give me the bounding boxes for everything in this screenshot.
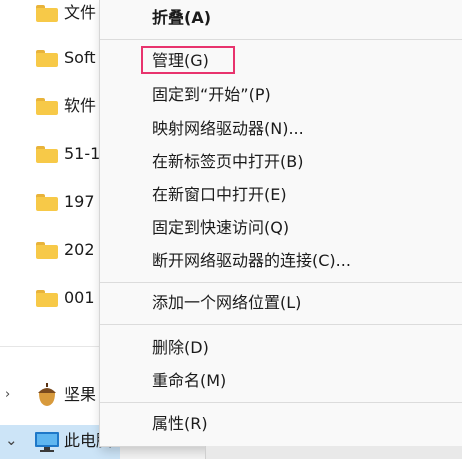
pane-divider	[205, 446, 206, 459]
menu-item-delete[interactable]: 删除(D)	[100, 331, 462, 365]
menu-item-map-network-drive[interactable]: 映射网络驱动器(N)...	[100, 112, 462, 146]
menu-item-label: 属性(R)	[152, 414, 208, 433]
folder-icon	[36, 242, 58, 259]
folder-icon	[36, 194, 58, 211]
nav-folder-label: 文件	[64, 3, 97, 22]
nav-folder-label: 51-1	[64, 144, 101, 163]
menu-separator	[100, 282, 462, 283]
folder-icon	[36, 146, 58, 163]
acorn-icon	[38, 383, 56, 406]
content-pane-edge	[205, 446, 462, 459]
highlight-annotation-box	[141, 46, 235, 74]
menu-item-add-network-location[interactable]: 添加一个网络位置(L)	[100, 286, 462, 320]
menu-item-label: 在新标签页中打开(B)	[152, 152, 304, 171]
nav-folder-label: 202	[64, 240, 95, 259]
menu-item-label: 折叠(A)	[152, 8, 212, 27]
menu-item-open-in-new-window[interactable]: 在新窗口中打开(E)	[100, 178, 462, 212]
folder-icon	[36, 98, 58, 115]
nav-folder-label: Soft	[64, 48, 96, 67]
menu-item-label: 删除(D)	[152, 338, 209, 357]
menu-item-label: 固定到“开始”(P)	[152, 85, 271, 104]
menu-item-collapse[interactable]: 折叠(A)	[100, 1, 462, 35]
menu-item-label: 重命名(M)	[152, 371, 227, 390]
folder-icon	[36, 50, 58, 67]
computer-icon	[35, 432, 59, 452]
nav-folder-label: 001	[64, 288, 95, 307]
folder-icon	[36, 5, 58, 22]
menu-item-label: 添加一个网络位置(L)	[152, 293, 302, 312]
menu-separator	[100, 402, 462, 403]
folder-icon	[36, 290, 58, 307]
menu-item-pin-to-quick-access[interactable]: 固定到快速访问(Q)	[100, 211, 462, 245]
menu-item-label: 固定到快速访问(Q)	[152, 218, 290, 237]
menu-item-label: 断开网络驱动器的连接(C)...	[152, 251, 351, 270]
nav-folder-label: 软件	[64, 96, 97, 115]
menu-item-disconnect-network-drive[interactable]: 断开网络驱动器的连接(C)...	[100, 244, 462, 278]
menu-separator	[100, 39, 462, 40]
menu-item-open-in-new-tab[interactable]: 在新标签页中打开(B)	[100, 145, 462, 179]
menu-item-pin-to-start[interactable]: 固定到“开始”(P)	[100, 78, 462, 112]
chevron-down-icon[interactable]: ⌄	[5, 433, 18, 448]
menu-separator	[100, 324, 462, 325]
menu-item-properties[interactable]: 属性(R)	[100, 407, 462, 441]
menu-item-label: 映射网络驱动器(N)...	[152, 119, 304, 138]
nav-item-label: 坚果	[64, 385, 97, 404]
menu-item-rename[interactable]: 重命名(M)	[100, 364, 462, 398]
chevron-right-icon[interactable]: ›	[5, 388, 10, 402]
nav-folder-label: 197	[64, 192, 95, 211]
menu-item-label: 在新窗口中打开(E)	[152, 185, 287, 204]
context-menu: 折叠(A) 管理(G) 固定到“开始”(P) 映射网络驱动器(N)... 在新标…	[99, 0, 462, 447]
